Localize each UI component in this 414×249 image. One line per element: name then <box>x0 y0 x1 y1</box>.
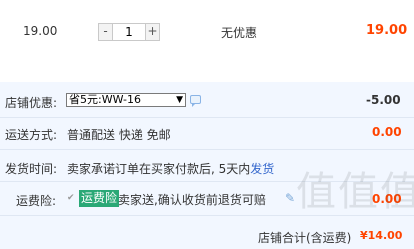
checkbox-icon[interactable]: ✔ <box>67 194 76 203</box>
shop-discount-selected: 省5元:WW-16 <box>69 93 141 106</box>
shop-total-amount: ¥14.00 <box>360 229 403 242</box>
insurance-tag: 运费险 <box>79 190 120 207</box>
shipping-amount: 0.00 <box>372 125 402 139</box>
divider <box>0 149 414 150</box>
divider <box>0 117 414 118</box>
watermark: 值值值 <box>296 169 414 215</box>
shop-discount-amount: -5.00 <box>366 93 401 107</box>
ship-time-link[interactable]: 发货 <box>250 162 274 176</box>
divider <box>0 215 414 216</box>
unit-price: 19.00 <box>23 24 58 38</box>
ship-time-text: 卖家承诺订单在买家付款后, 5天内 <box>67 162 251 176</box>
increase-quantity-button[interactable]: + <box>145 24 159 40</box>
shop-total-label: 店铺合计(含运费) <box>258 231 352 245</box>
shop-discount-label: 店铺优惠: <box>5 96 58 110</box>
decrease-quantity-button[interactable]: - <box>99 24 113 40</box>
item-discount: 无优惠 <box>221 26 258 40</box>
quantity-stepper: - 1 + <box>98 23 160 41</box>
shipping-insurance-label: 运费险: <box>16 194 57 208</box>
ship-time-value: 卖家承诺订单在买家付款后, 5天内发货 <box>67 160 274 177</box>
shipping-method-label: 运送方式: <box>5 128 58 142</box>
ship-time-label: 发货时间: <box>5 162 58 176</box>
dropdown-arrow-icon: ▼ <box>176 95 183 105</box>
chat-icon[interactable] <box>190 95 201 107</box>
shop-discount-select[interactable]: 省5元:WW-16 ▼ <box>66 93 186 107</box>
cart-item-row: 19.00 - 1 + 无优惠 19.00 <box>0 0 414 62</box>
shipping-method-value: 普通配送 快递 免邮 <box>67 128 171 142</box>
item-subtotal: 19.00 <box>366 23 408 38</box>
quantity-input[interactable]: 1 <box>113 24 145 40</box>
insurance-description: 卖家送,确认收货前退货可赔 <box>118 193 266 207</box>
